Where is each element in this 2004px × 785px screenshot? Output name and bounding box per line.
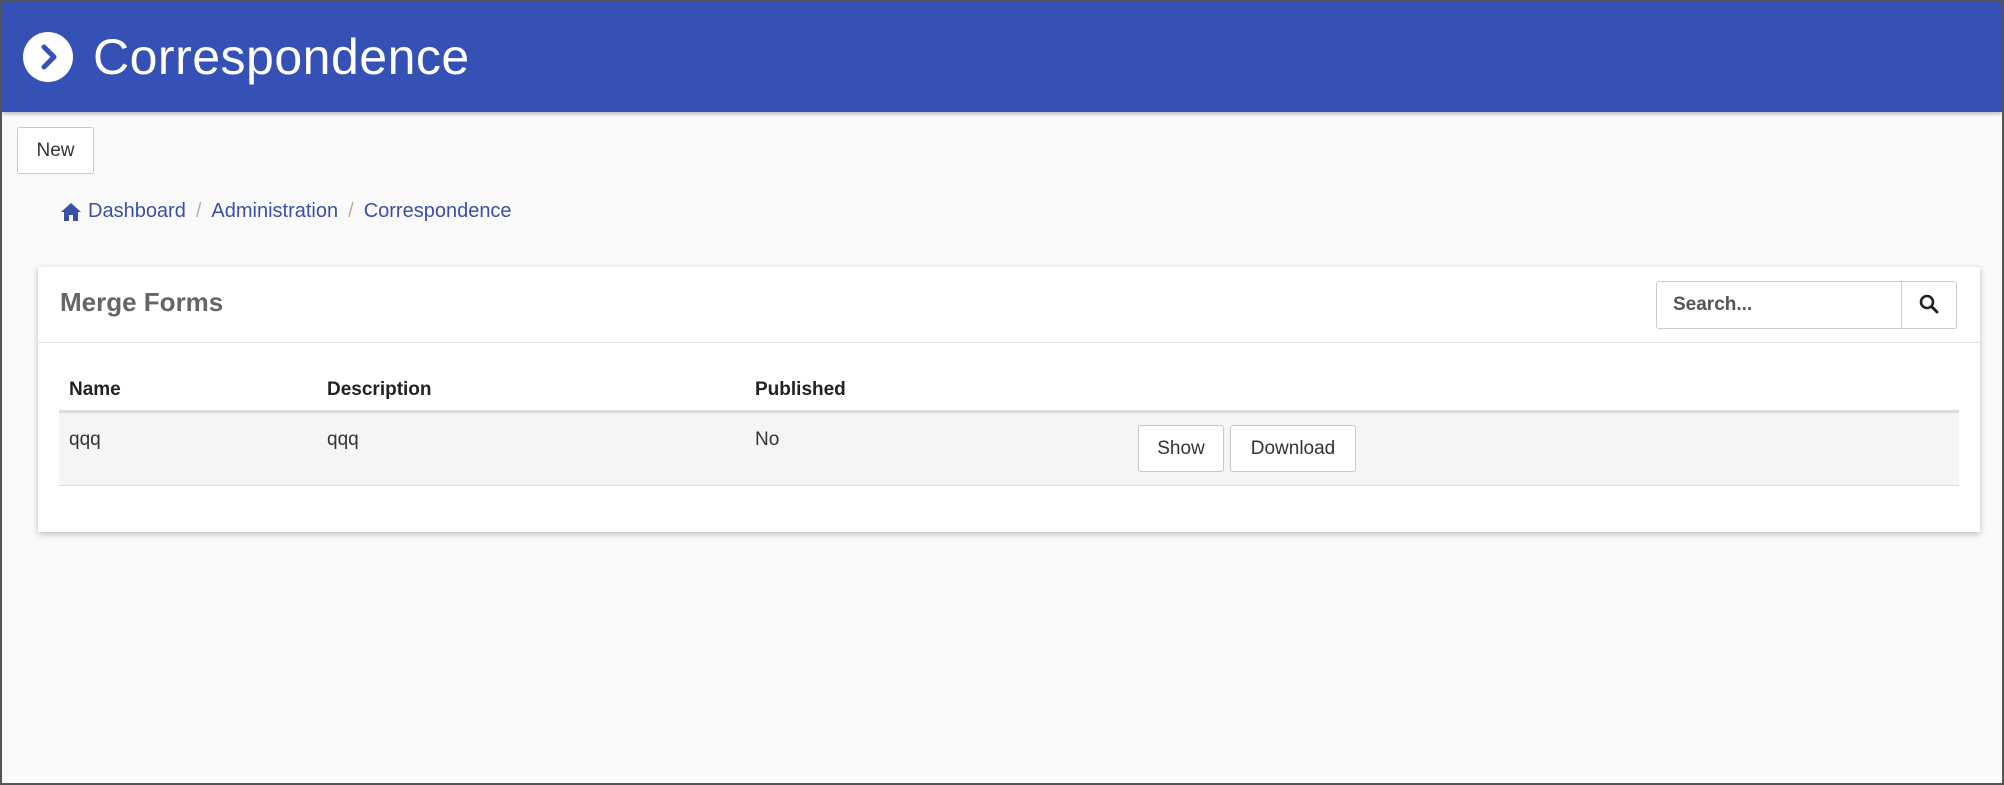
page-title: Correspondence (93, 29, 470, 85)
column-header-published[interactable]: Published (755, 379, 846, 401)
home-icon[interactable] (60, 202, 82, 222)
card-title: Merge Forms (60, 287, 224, 317)
column-header-name[interactable]: Name (69, 379, 121, 401)
merge-forms-card: Merge Forms Name Description Published q… (38, 267, 1980, 532)
table-header: Name Description Published (59, 365, 1959, 413)
show-button[interactable]: Show (1138, 425, 1224, 472)
chevron-right-circle-icon[interactable] (23, 32, 73, 82)
search-button[interactable] (1902, 281, 1957, 329)
search-group (1656, 281, 1957, 329)
cell-published: No (755, 429, 780, 450)
breadcrumb-separator: / (195, 200, 202, 222)
download-button[interactable]: Download (1230, 425, 1356, 472)
column-header-description[interactable]: Description (327, 379, 432, 401)
cell-name: qqq (69, 429, 101, 450)
breadcrumb-separator: / (348, 200, 354, 222)
app-header: Correspondence (2, 2, 2002, 112)
breadcrumb-dashboard[interactable]: Dashboard (88, 200, 186, 223)
table-row: qqq qqq No Show Download (59, 413, 1959, 486)
breadcrumb-correspondence[interactable]: Correspondence (364, 200, 512, 223)
breadcrumb-administration[interactable]: Administration (211, 200, 338, 223)
breadcrumb: Dashboard / Administration / Corresponde… (60, 200, 512, 223)
merge-forms-table: Name Description Published qqq qqq No Sh… (59, 365, 1959, 486)
search-icon (1919, 294, 1939, 317)
cell-description: qqq (327, 429, 359, 450)
search-input[interactable] (1656, 281, 1902, 329)
card-divider (38, 342, 1980, 343)
new-button[interactable]: New (17, 127, 94, 174)
